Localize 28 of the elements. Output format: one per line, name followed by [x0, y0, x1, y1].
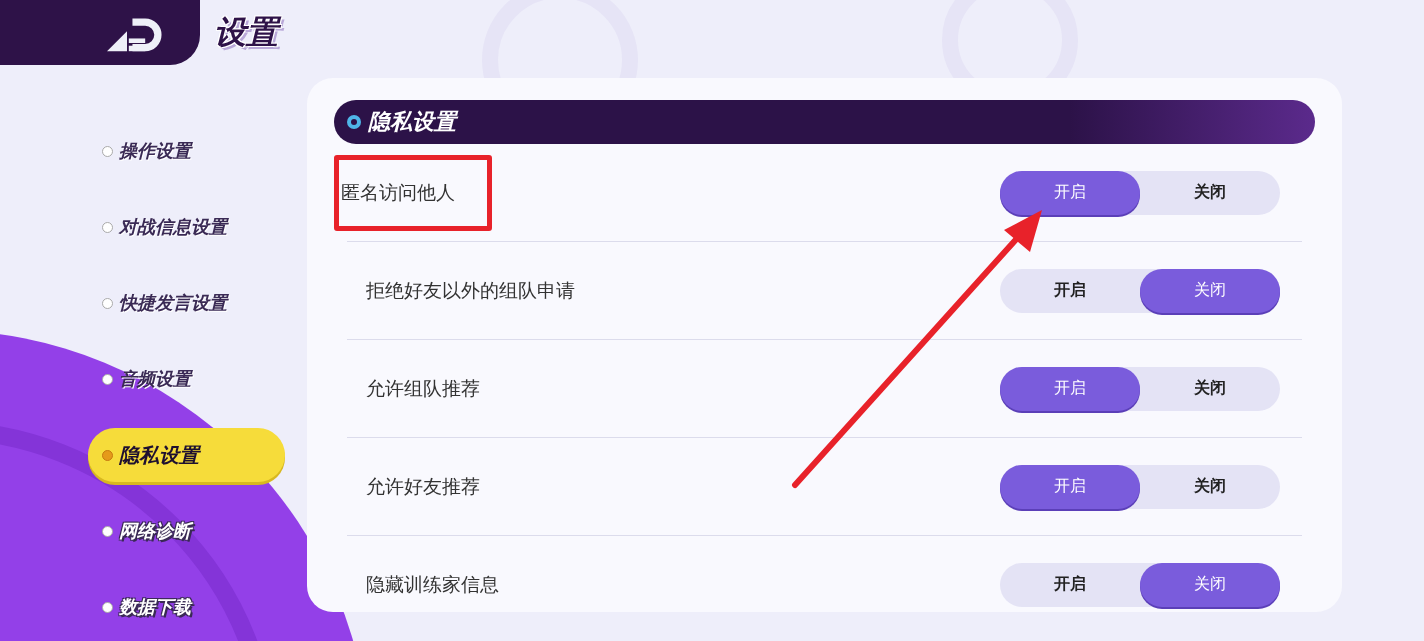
sidebar-item[interactable]: 网络诊断	[88, 504, 285, 558]
sidebar-item[interactable]: 快捷发言设置	[88, 276, 285, 330]
sidebar-item[interactable]: 数据下载	[88, 580, 285, 634]
setting-label: 允许好友推荐	[366, 473, 480, 499]
sidebar-item[interactable]: 操作设置	[88, 124, 285, 178]
toggle-switch[interactable]: 开启 关闭	[1000, 562, 1280, 607]
toggle-option[interactable]: 开启	[1000, 170, 1140, 215]
setting-label: 匿名访问他人	[334, 154, 492, 231]
setting-label: 允许组队推荐	[366, 375, 480, 401]
toggle-option[interactable]: 开启	[1000, 366, 1140, 411]
toggle-option[interactable]: 开启	[1000, 268, 1140, 313]
toggle-option[interactable]: 开启	[1000, 562, 1140, 607]
toggle-option[interactable]: 关闭	[1140, 268, 1280, 313]
toggle-option[interactable]: 关闭	[1140, 170, 1280, 215]
setting-label: 隐藏训练家信息	[366, 571, 499, 597]
toggle-option[interactable]: 关闭	[1140, 366, 1280, 411]
toggle-switch[interactable]: 开启 关闭	[1000, 170, 1280, 215]
toggle-option[interactable]: 开启	[1000, 464, 1140, 509]
toggle-option[interactable]: 关闭	[1140, 464, 1280, 509]
toggle-option[interactable]: 关闭	[1140, 562, 1280, 607]
toggle-switch[interactable]: 开启 关闭	[1000, 268, 1280, 313]
setting-label: 拒绝好友以外的组队申请	[366, 277, 575, 303]
toggle-switch[interactable]: 开启 关闭	[1000, 366, 1280, 411]
sidebar-item[interactable]: 音频设置	[88, 352, 285, 406]
sidebar-item[interactable]: 对战信息设置	[88, 200, 285, 254]
toggle-switch[interactable]: 开启 关闭	[1000, 464, 1280, 509]
ball-icon	[346, 114, 362, 130]
sidebar-item[interactable]: 隐私设置	[88, 428, 285, 482]
